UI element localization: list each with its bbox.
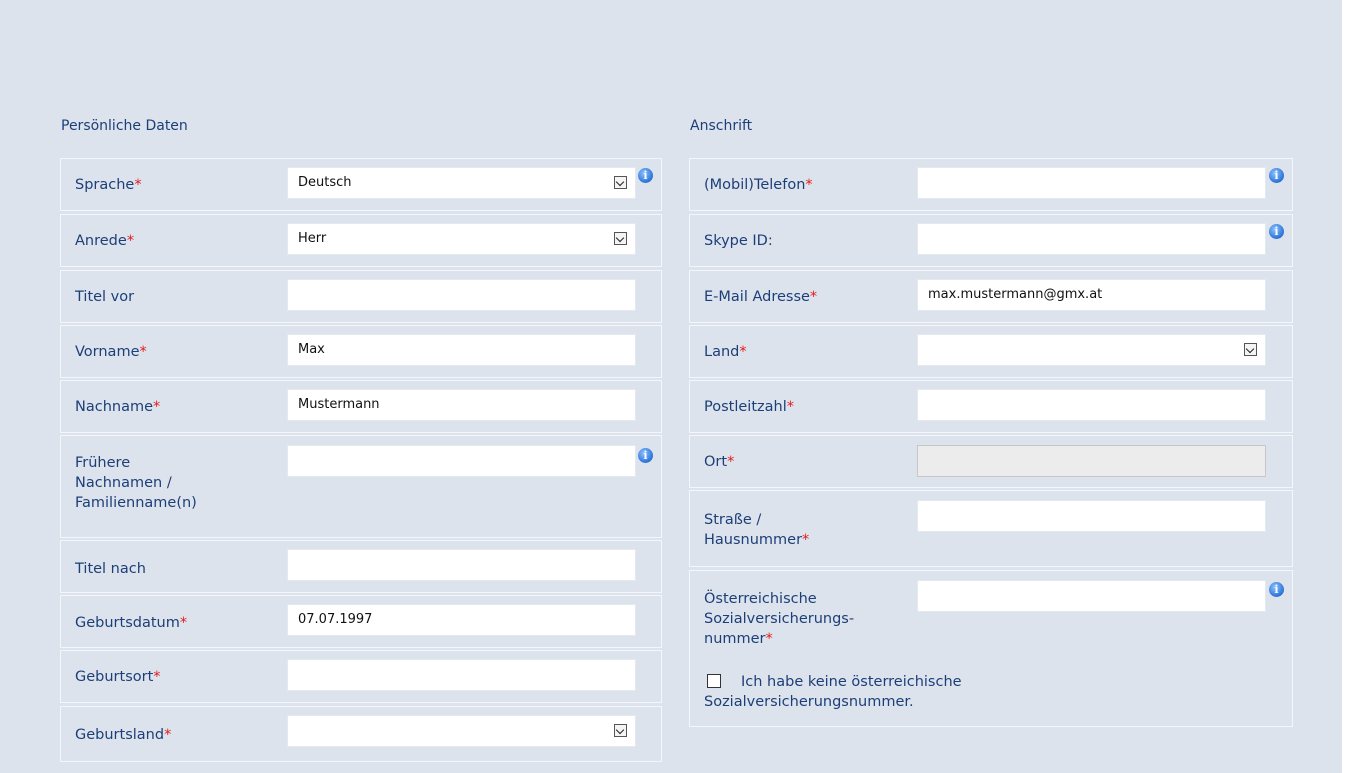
titel-nach-input[interactable] xyxy=(287,549,636,581)
geburtsland-select[interactable] xyxy=(287,715,636,747)
no-svnr-label[interactable]: Ich habe keine österreichische Sozialver… xyxy=(704,672,962,712)
row-fruehere-nachnamen: Frühere Nachnamen / Familienname(n) i xyxy=(60,435,662,538)
page-edge xyxy=(1342,0,1346,773)
info-icon[interactable]: i xyxy=(1269,582,1284,597)
info-icon[interactable]: i xyxy=(638,448,653,463)
label-land: Land* xyxy=(704,344,747,360)
sprache-value: Deutsch xyxy=(298,175,352,190)
label-anrede: Anrede* xyxy=(75,233,135,249)
skype-input[interactable] xyxy=(917,223,1266,255)
label-telefon: (Mobil)Telefon* xyxy=(704,177,813,193)
postleitzahl-input[interactable] xyxy=(917,389,1266,421)
row-geburtsland: Geburtsland* xyxy=(60,706,662,762)
email-input[interactable]: max.mustermann@gmx.at xyxy=(917,279,1266,311)
row-skype: Skype ID: i xyxy=(689,214,1293,267)
vorname-input[interactable]: Max xyxy=(287,334,636,366)
row-sprache: Sprache* Deutsch i xyxy=(60,158,662,211)
row-strasse: Straße / Hausnummer* xyxy=(689,490,1293,567)
titel-vor-input[interactable] xyxy=(287,279,636,311)
label-sprache: Sprache* xyxy=(75,177,142,193)
row-ort: Ort* xyxy=(689,435,1293,488)
nachname-input[interactable]: Mustermann xyxy=(287,389,636,421)
row-anrede: Anrede* Herr xyxy=(60,214,662,267)
label-vorname: Vorname* xyxy=(75,344,147,360)
row-postleitzahl: Postleitzahl* xyxy=(689,380,1293,433)
row-titel-vor: Titel vor xyxy=(60,270,662,323)
geburtsdatum-input[interactable]: 07.07.1997 xyxy=(287,604,636,636)
label-email: E-Mail Adresse* xyxy=(704,289,818,305)
sprache-select[interactable]: Deutsch xyxy=(287,167,636,199)
label-fruehere-nachnamen: Frühere Nachnamen / Familienname(n) xyxy=(75,455,197,511)
label-geburtsland: Geburtsland* xyxy=(75,727,172,743)
label-skype: Skype ID: xyxy=(704,233,773,249)
land-select[interactable] xyxy=(917,334,1266,366)
info-icon[interactable]: i xyxy=(638,168,653,183)
row-geburtsdatum: Geburtsdatum* 07.07.1997 xyxy=(60,595,662,648)
row-land: Land* xyxy=(689,325,1293,378)
label-geburtsdatum: Geburtsdatum* xyxy=(75,615,188,631)
ort-input xyxy=(917,445,1266,477)
address-panel: (Mobil)Telefon* i Skype ID: i E-Mail Adr… xyxy=(689,158,1293,727)
label-ort: Ort* xyxy=(704,454,735,470)
info-icon[interactable]: i xyxy=(1269,224,1284,239)
label-postleitzahl: Postleitzahl* xyxy=(704,399,794,415)
label-titel-vor: Titel vor xyxy=(75,289,135,305)
label-titel-nach: Titel nach xyxy=(75,561,146,577)
strasse-input[interactable] xyxy=(917,500,1266,532)
anrede-value: Herr xyxy=(298,231,327,246)
row-geburtsort: Geburtsort* xyxy=(60,650,662,703)
fruehere-nachnamen-input[interactable] xyxy=(287,445,636,477)
label-geburtsort: Geburtsort* xyxy=(75,669,161,685)
chevron-down-icon[interactable] xyxy=(614,724,627,737)
label-sozialversicherungsnummer: Österreichische Sozialversicherungs- num… xyxy=(704,591,855,647)
row-vorname: Vorname* Max xyxy=(60,325,662,378)
section-title-address: Anschrift xyxy=(690,118,753,134)
chevron-down-icon[interactable] xyxy=(614,232,627,245)
row-nachname: Nachname* Mustermann xyxy=(60,380,662,433)
section-title-personal: Persönliche Daten xyxy=(61,118,188,134)
anrede-select[interactable]: Herr xyxy=(287,223,636,255)
row-titel-nach: Titel nach xyxy=(60,540,662,593)
telefon-input[interactable] xyxy=(917,167,1266,199)
row-telefon: (Mobil)Telefon* i xyxy=(689,158,1293,211)
geburtsort-input[interactable] xyxy=(287,659,636,691)
row-sozialversicherungsnummer: Österreichische Sozialversicherungs- num… xyxy=(689,570,1293,727)
svnr-input[interactable] xyxy=(917,580,1266,612)
personal-panel: Sprache* Deutsch i Anrede* Herr Titel vo… xyxy=(60,158,662,762)
label-strasse: Straße / Hausnummer* xyxy=(704,512,810,548)
chevron-down-icon[interactable] xyxy=(614,176,627,189)
label-nachname: Nachname* xyxy=(75,399,161,415)
info-icon[interactable]: i xyxy=(1269,168,1284,183)
row-email: E-Mail Adresse* max.mustermann@gmx.at xyxy=(689,270,1293,323)
chevron-down-icon[interactable] xyxy=(1244,343,1257,356)
